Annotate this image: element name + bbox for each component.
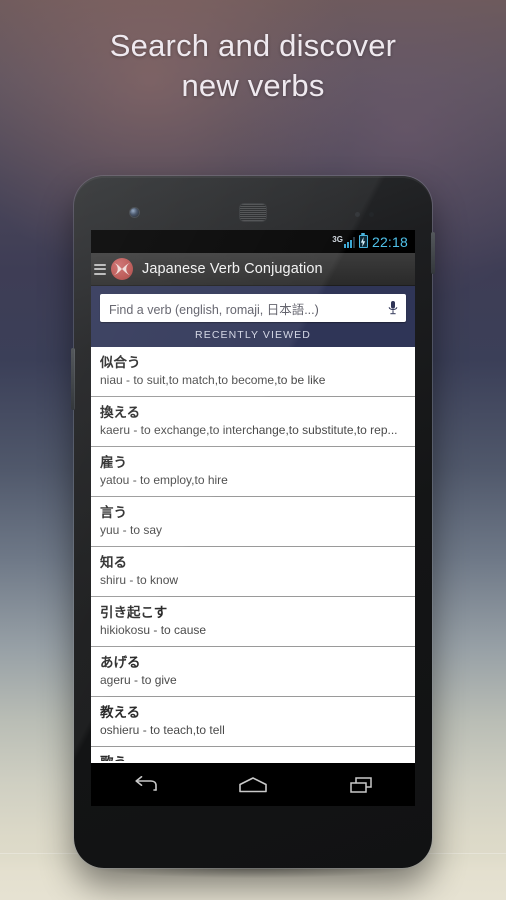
- battery-charging-icon: [358, 233, 368, 248]
- volume-button[interactable]: [71, 348, 75, 410]
- section-header-recently-viewed: RECENTLY VIEWED: [195, 329, 311, 341]
- list-item[interactable]: 知る shiru - to know: [91, 547, 415, 597]
- verb-romaji: yatou - to employ,to hire: [100, 473, 228, 487]
- search-input[interactable]: Find a verb (english, romaji, 日本語...): [100, 294, 406, 322]
- verb-kanji: 雇う: [100, 455, 127, 470]
- app-title: Japanese Verb Conjugation: [142, 261, 323, 277]
- verb-romaji: oshieru - to teach,to tell: [100, 723, 225, 737]
- android-navigation-bar: [91, 763, 415, 806]
- search-section: Find a verb (english, romaji, 日本語...) RE…: [91, 286, 415, 347]
- list-item[interactable]: 歌う: [91, 747, 415, 761]
- list-item[interactable]: 換える kaeru - to exchange,to interchange,t…: [91, 397, 415, 447]
- verb-kanji: 引き起こす: [100, 605, 168, 620]
- headline-line-2: new verbs: [181, 68, 325, 103]
- network-type-label: 3G: [332, 234, 343, 244]
- phone-screen: 3G 22:18 Japanese Verb Conjugation Find …: [91, 230, 415, 806]
- hamburger-menu-icon[interactable]: [93, 263, 106, 275]
- list-item[interactable]: あげる ageru - to give: [91, 647, 415, 697]
- verb-kanji: 歌う: [100, 754, 406, 761]
- verb-kanji: 言う: [100, 505, 127, 520]
- front-camera-icon: [130, 208, 139, 217]
- action-bar: Japanese Verb Conjugation: [91, 253, 415, 286]
- verb-romaji: yuu - to say: [100, 523, 163, 537]
- verb-kanji: 換える: [100, 405, 141, 420]
- light-sensor-icon: [369, 212, 374, 217]
- search-placeholder: Find a verb (english, romaji, 日本語...): [109, 302, 319, 317]
- back-icon[interactable]: [122, 771, 168, 799]
- microphone-icon[interactable]: [387, 300, 399, 316]
- app-logo-icon[interactable]: [111, 258, 133, 280]
- verb-kanji: 似合う: [100, 355, 141, 370]
- list-item[interactable]: 言う yuu - to say: [91, 497, 415, 547]
- page-title: Search and discover new verbs: [0, 26, 506, 106]
- list-item[interactable]: 似合う niau - to suit,to match,to become,to…: [91, 347, 415, 397]
- verb-romaji: hikiokosu - to cause: [100, 623, 207, 637]
- home-icon[interactable]: [230, 771, 276, 799]
- verb-list[interactable]: 似合う niau - to suit,to match,to become,to…: [91, 347, 415, 761]
- verb-kanji: 教える: [100, 705, 141, 720]
- status-bar: 3G 22:18: [91, 230, 415, 253]
- phone-device: 3G 22:18 Japanese Verb Conjugation Find …: [71, 176, 435, 868]
- signal-bars-icon: 3G: [332, 234, 355, 248]
- list-item[interactable]: 雇う yatou - to employ,to hire: [91, 447, 415, 497]
- proximity-sensor-icon: [355, 212, 360, 217]
- recents-icon[interactable]: [338, 771, 384, 799]
- list-item[interactable]: 引き起こす hikiokosu - to cause: [91, 597, 415, 647]
- headline-line-1: Search and discover: [109, 28, 397, 63]
- verb-romaji: ageru - to give: [100, 673, 177, 687]
- verb-kanji: 知る: [100, 555, 127, 570]
- verb-romaji: niau - to suit,to match,to become,to be …: [100, 373, 326, 387]
- verb-kanji: あげる: [100, 655, 141, 670]
- verb-romaji: shiru - to know: [100, 573, 179, 587]
- list-item[interactable]: 教える oshieru - to teach,to tell: [91, 697, 415, 747]
- signal-strength-icon: [343, 236, 355, 248]
- status-bar-clock: 22:18: [371, 233, 408, 250]
- power-button[interactable]: [431, 232, 435, 274]
- earpiece-speaker-icon: [240, 204, 266, 221]
- verb-romaji: kaeru - to exchange,to interchange,to su…: [100, 423, 398, 437]
